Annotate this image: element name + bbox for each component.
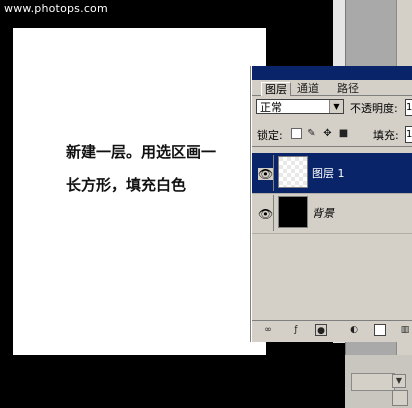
layer-style-icon[interactable]: ƒ [290, 324, 302, 336]
opacity-label: 不透明度: [350, 102, 398, 115]
mask-icon[interactable]: ● [315, 324, 327, 336]
opacity-input[interactable]: 1 [405, 99, 412, 116]
layer-row-layer1[interactable]: 👁 图层 1 [252, 153, 412, 193]
lock-row: 锁定: ✎ ✥ ■ 填充: 1 [252, 124, 412, 144]
watermark: www.photops.com [4, 2, 108, 15]
blend-row: 正常 ▼ 不透明度: 1 [252, 96, 412, 118]
adjustment-layer-icon[interactable]: ◐ [348, 324, 360, 336]
layer-divider [252, 233, 412, 234]
eye-icon[interactable]: 👁 [258, 168, 274, 180]
brush-icon[interactable]: ✎ [306, 128, 317, 139]
trash-icon[interactable]: ▥ [399, 324, 411, 336]
lock-transparent-pixels-icon[interactable] [291, 128, 302, 139]
eye-icon[interactable]: 👁 [258, 208, 273, 220]
scroll-arrow-icon[interactable]: ▼ [392, 374, 406, 388]
panel-tabs: 图层 通道 路径 [252, 80, 412, 96]
layer-thumbnail [278, 156, 308, 188]
blend-mode-select[interactable]: 正常 ▼ [256, 99, 344, 114]
chevron-down-icon[interactable]: ▼ [329, 100, 343, 113]
blend-mode-value: 正常 [260, 101, 282, 114]
link-icon[interactable]: ∞ [262, 324, 274, 336]
tab-layers[interactable]: 图层 [261, 82, 291, 96]
layers-list: 👁 图层 1 👁 背景 [252, 146, 412, 319]
fill-label: 填充: [373, 129, 399, 142]
new-layer-icon[interactable] [374, 324, 386, 336]
layer-name[interactable]: 图层 1 [312, 165, 345, 181]
lock-icon[interactable]: ■ [338, 128, 349, 139]
layers-panel: 图层 通道 路径 正常 ▼ 不透明度: 1 锁定: ✎ ✥ ■ 填充: 1 👁 … [251, 66, 412, 342]
horizontal-scrollbar[interactable] [351, 373, 395, 391]
tab-paths[interactable]: 路径 [334, 82, 362, 95]
layer-row-background[interactable]: 👁 背景 [252, 193, 412, 233]
visibility-toggle[interactable]: 👁 [254, 155, 274, 191]
move-icon[interactable]: ✥ [322, 128, 333, 139]
instruction-line-1: 新建一层。用选区画一 [66, 143, 217, 161]
visibility-toggle[interactable]: 👁 [254, 195, 274, 231]
layer-name[interactable]: 背景 [312, 205, 334, 221]
instruction-line-2: 长方形，填充白色 [66, 176, 187, 194]
workspace-bottom: ▼ [345, 355, 412, 408]
tab-channels[interactable]: 通道 [294, 82, 322, 95]
panel-title-bar[interactable] [252, 66, 412, 80]
layer-thumbnail [278, 196, 308, 228]
fill-input[interactable]: 1 [405, 126, 412, 143]
panel-bottom-bar: ∞ ƒ ● ◐ ▥ [252, 320, 412, 339]
lock-label: 锁定: [257, 129, 283, 142]
resize-corner[interactable] [392, 390, 408, 406]
